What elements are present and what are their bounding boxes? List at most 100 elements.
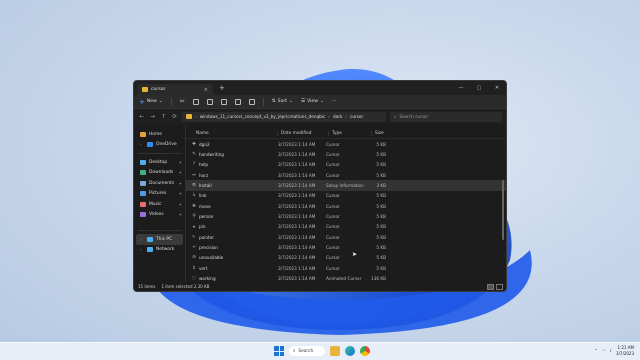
delete-icon[interactable] xyxy=(248,98,255,105)
table-row[interactable]: ↖ pointer 3/7/2023 1:14 AM Cursor 5 KB xyxy=(186,232,506,242)
taskbar-search[interactable]: ⌕ Search xyxy=(289,346,325,356)
file-name: dgn2 xyxy=(199,141,210,147)
table-row[interactable]: ↳ link 3/7/2023 1:14 AM Cursor 5 KB xyxy=(186,191,506,201)
cloud-icon xyxy=(147,142,153,148)
sidebar-item-desktop[interactable]: Desktop ✦ xyxy=(134,157,185,168)
table-row[interactable]: ? help 3/7/2023 1:14 AM Cursor 5 KB xyxy=(186,160,506,170)
file-name: help xyxy=(199,162,209,168)
details-view-button[interactable] xyxy=(487,283,494,290)
breadcrumb-item[interactable]: dark xyxy=(333,114,342,119)
chevron-right-icon[interactable]: › xyxy=(140,237,144,242)
file-date: 3/7/2023 1:14 AM xyxy=(278,234,316,240)
download-icon xyxy=(140,170,146,176)
home-icon xyxy=(140,131,146,137)
file-size: 5 KB xyxy=(376,203,386,209)
address-bar[interactable]: › windows_11_cursors_concept_v2_by_jepri… xyxy=(182,111,386,122)
paste-icon[interactable] xyxy=(206,98,213,105)
breadcrumb-item[interactable]: cursor xyxy=(350,114,363,119)
table-row[interactable]: ⊘ unavailable 3/7/2023 1:14 AM Cursor 5 KB xyxy=(186,253,506,263)
chrome-icon[interactable] xyxy=(360,346,370,356)
maximize-button[interactable]: ▢ xyxy=(470,85,488,91)
start-button[interactable] xyxy=(274,346,284,356)
file-type: Cursor xyxy=(326,245,340,251)
file-size: 5 KB xyxy=(376,193,386,199)
column-header-size[interactable]: Size xyxy=(375,131,395,136)
column-header-name[interactable]: Name xyxy=(196,130,278,136)
table-row[interactable]: ⌖ pin 3/7/2023 1:14 AM Cursor 5 KB xyxy=(186,222,506,232)
more-options-button[interactable]: ··· xyxy=(332,99,336,104)
file-type: Cursor xyxy=(326,141,340,147)
sidebar-item-documents[interactable]: Documents ✦ xyxy=(134,178,185,189)
file-type: Cursor xyxy=(326,162,340,168)
sidebar-item-videos[interactable]: Videos ✦ xyxy=(134,210,185,221)
close-tab-icon[interactable]: × xyxy=(204,87,208,93)
forward-button[interactable]: → xyxy=(149,114,156,120)
chevron-right-icon: › xyxy=(195,114,197,119)
file-size: 5 KB xyxy=(376,152,386,158)
search-box[interactable]: ⌕ Search cursor xyxy=(390,111,502,122)
cursor-file-icon: ↕ xyxy=(192,265,196,271)
wifi-icon[interactable]: ◠ xyxy=(602,348,606,353)
chevron-right-icon[interactable]: › xyxy=(140,142,144,147)
file-size: 5 KB xyxy=(376,245,386,251)
table-row[interactable]: ↔ horz 3/7/2023 1:14 AM Cursor 5 KB xyxy=(186,170,506,180)
table-row[interactable]: ✎ handwriting 3/7/2023 1:14 AM Cursor 5 KB xyxy=(186,149,506,159)
cut-icon[interactable]: ✂ xyxy=(180,98,185,105)
up-button[interactable]: ↑ xyxy=(160,114,167,120)
close-window-button[interactable]: ✕ xyxy=(488,85,506,91)
navigation-pane: Home › OneDrive Desktop ✦ Downloads ✦ Do… xyxy=(134,125,186,283)
clock[interactable]: 1:21 AM 3/7/2023 xyxy=(616,345,634,356)
file-type: Cursor xyxy=(326,234,340,240)
tab-cursor[interactable]: cursor × xyxy=(137,84,213,95)
column-header-date[interactable]: Date modified xyxy=(281,130,329,136)
sidebar-item-label: Music xyxy=(149,201,162,207)
chevron-up-icon[interactable]: ⌃ xyxy=(595,348,598,353)
table-row[interactable]: ⚲ person 3/7/2023 1:14 AM Cursor 5 KB xyxy=(186,211,506,221)
cursor-file-icon: ? xyxy=(192,162,196,168)
file-size: 5 KB xyxy=(376,255,386,261)
plus-icon: + xyxy=(139,97,145,106)
breadcrumb-item[interactable]: windows_11_cursors_concept_v2_by_jepricr… xyxy=(200,114,326,119)
taskbar: ⌕ Search ⌃ ◠ ♪ 1:21 AM 3/7/2023 xyxy=(0,342,640,360)
file-list: Name Date modified Type Size ✚ dgn2 3/7/20… xyxy=(186,125,506,283)
rename-icon[interactable] xyxy=(220,98,227,105)
file-date: 3/7/2023 1:14 AM xyxy=(278,203,316,209)
file-date: 3/7/2023 1:14 AM xyxy=(278,193,316,199)
sidebar-item-downloads[interactable]: Downloads ✦ xyxy=(134,168,185,179)
sort-button[interactable]: ⇅ Sort ⌄ xyxy=(272,99,293,104)
minimize-button[interactable]: — xyxy=(452,85,470,91)
sidebar-item-onedrive[interactable]: › OneDrive xyxy=(134,140,185,151)
chevron-right-icon[interactable]: › xyxy=(140,247,144,252)
column-header-type[interactable]: Type xyxy=(332,130,372,136)
table-row[interactable]: ⚙ Install 3/7/2023 1:14 AM Setup Informatio… xyxy=(186,180,506,191)
cursor-file-icon: ⊘ xyxy=(192,255,196,261)
table-row[interactable]: ✚ dgn2 3/7/2023 1:14 AM Cursor 5 KB xyxy=(186,139,506,149)
volume-icon[interactable]: ♪ xyxy=(609,348,612,353)
cursor-file-icon: ↖ xyxy=(192,234,196,240)
view-button[interactable]: ☰ View ⌄ xyxy=(301,99,324,104)
share-icon[interactable] xyxy=(234,98,241,105)
folder-icon xyxy=(186,114,192,119)
search-icon: ⌕ xyxy=(394,114,397,119)
sidebar-item-label: This PC xyxy=(156,236,173,242)
search-icon: ⌕ xyxy=(293,348,296,354)
sidebar-item-pictures[interactable]: Pictures ✦ xyxy=(134,189,185,200)
sidebar-item-network[interactable]: › Network xyxy=(134,245,185,256)
scrollbar[interactable] xyxy=(502,180,504,240)
sidebar-item-music[interactable]: Music ✦ xyxy=(134,199,185,210)
new-tab-button[interactable]: + xyxy=(219,84,225,92)
table-row[interactable]: ↕ vert 3/7/2023 1:14 AM Cursor 5 KB xyxy=(186,263,506,273)
back-button[interactable]: ← xyxy=(138,114,145,120)
refresh-button[interactable]: ⟳ xyxy=(171,114,178,120)
table-row[interactable]: ✥ move 3/7/2023 1:14 AM Cursor 5 KB xyxy=(186,201,506,211)
new-button[interactable]: + New ⌄ xyxy=(139,97,163,106)
sidebar-item-home[interactable]: Home xyxy=(134,129,185,140)
file-explorer-icon[interactable] xyxy=(330,346,340,356)
sidebar-item-this-pc[interactable]: › This PC xyxy=(136,234,183,245)
cursor-file-icon: ↳ xyxy=(192,193,196,199)
file-size: 3 KB xyxy=(376,183,386,189)
edge-icon[interactable] xyxy=(345,346,355,356)
copy-icon[interactable] xyxy=(192,98,199,105)
table-row[interactable]: + precision 3/7/2023 1:14 AM Cursor 5 KB xyxy=(186,242,506,252)
tiles-view-button[interactable] xyxy=(496,283,503,290)
